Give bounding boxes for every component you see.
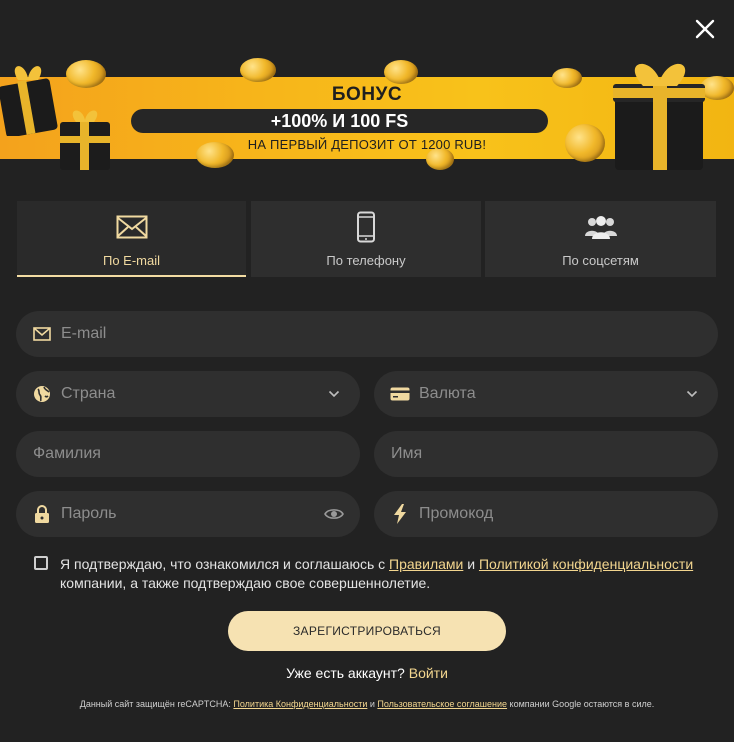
tab-social[interactable]: По соцсетям: [485, 201, 716, 277]
terms-text: Я подтверждаю, что ознакомился и соглаша…: [60, 555, 700, 593]
eye-icon[interactable]: [324, 506, 344, 522]
email-placeholder: E-mail: [61, 325, 107, 342]
globe-icon: [32, 384, 52, 404]
recaptcha-text-part2: и: [367, 699, 378, 709]
terms-text-part2: и: [463, 556, 479, 572]
login-link[interactable]: Войти: [409, 665, 448, 681]
close-button[interactable]: [692, 16, 718, 42]
chevron-down-icon: [682, 386, 702, 402]
tab-social-label: По соцсетям: [562, 253, 639, 268]
envelope-icon: [32, 324, 52, 344]
register-button[interactable]: ЗАРЕГИСТРИРОВАТЬСЯ: [228, 611, 506, 651]
users-icon: [485, 211, 716, 243]
terms-text-part3: компании, а также подтверждаю свое совер…: [60, 575, 431, 591]
tab-phone[interactable]: По телефону: [251, 201, 481, 277]
banner-offer: +100% И 100 FS: [131, 109, 548, 133]
recaptcha-text-part3: компании Google остаются в силе.: [507, 699, 655, 709]
coin-image: [240, 58, 276, 82]
firstname-placeholder: Имя: [391, 445, 423, 462]
banner-subtitle: НА ПЕРВЫЙ ДЕПОЗИТ ОТ 1200 RUB!: [247, 137, 487, 152]
tab-email[interactable]: По E-mail: [17, 201, 246, 277]
login-prompt: Уже есть аккаунт? Войти: [0, 665, 734, 681]
lock-icon: [32, 504, 52, 524]
credit-card-icon: [390, 384, 410, 404]
rules-link[interactable]: Правилами: [389, 556, 463, 572]
email-field[interactable]: E-mail: [16, 311, 718, 357]
google-privacy-link[interactable]: Политика Конфиденциальности: [233, 699, 367, 709]
recaptcha-notice: Данный сайт защищён reCAPTCHA: Политика …: [0, 699, 734, 709]
registration-method-tabs: По E-mail По телефону По соцсетям: [17, 201, 716, 277]
google-terms-link[interactable]: Пользовательское соглашение: [377, 699, 507, 709]
country-select[interactable]: Страна: [16, 371, 360, 417]
firstname-field[interactable]: Имя: [374, 431, 718, 477]
terms-text-part1: Я подтверждаю, что ознакомился и соглаша…: [60, 556, 390, 572]
gift-box-image: [613, 63, 705, 170]
tab-phone-label: По телефону: [326, 253, 406, 268]
lastname-placeholder: Фамилия: [33, 445, 101, 462]
password-field[interactable]: Пароль: [16, 491, 360, 537]
envelope-icon: [17, 211, 246, 243]
country-placeholder: Страна: [61, 385, 116, 402]
promo-placeholder: Промокод: [419, 505, 494, 522]
tab-email-label: По E-mail: [102, 253, 161, 268]
password-placeholder: Пароль: [61, 505, 117, 522]
phone-icon: [251, 211, 481, 243]
lightning-icon: [390, 504, 410, 524]
privacy-policy-link[interactable]: Политикой конфиденциальности: [479, 556, 693, 572]
lastname-field[interactable]: Фамилия: [16, 431, 360, 477]
bonus-banner: БОНУС +100% И 100 FS НА ПЕРВЫЙ ДЕПОЗИТ О…: [0, 56, 734, 176]
terms-checkbox[interactable]: [34, 556, 48, 570]
chevron-down-icon: [324, 386, 344, 402]
coin-image: [384, 60, 418, 84]
currency-select[interactable]: Валюта: [374, 371, 718, 417]
login-prompt-text: Уже есть аккаунт?: [286, 665, 409, 681]
currency-placeholder: Валюта: [419, 385, 476, 402]
promo-code-field[interactable]: Промокод: [374, 491, 718, 537]
recaptcha-text-part1: Данный сайт защищён reCAPTCHA:: [79, 699, 234, 709]
banner-title: БОНУС: [331, 84, 403, 105]
close-icon: [695, 19, 715, 39]
